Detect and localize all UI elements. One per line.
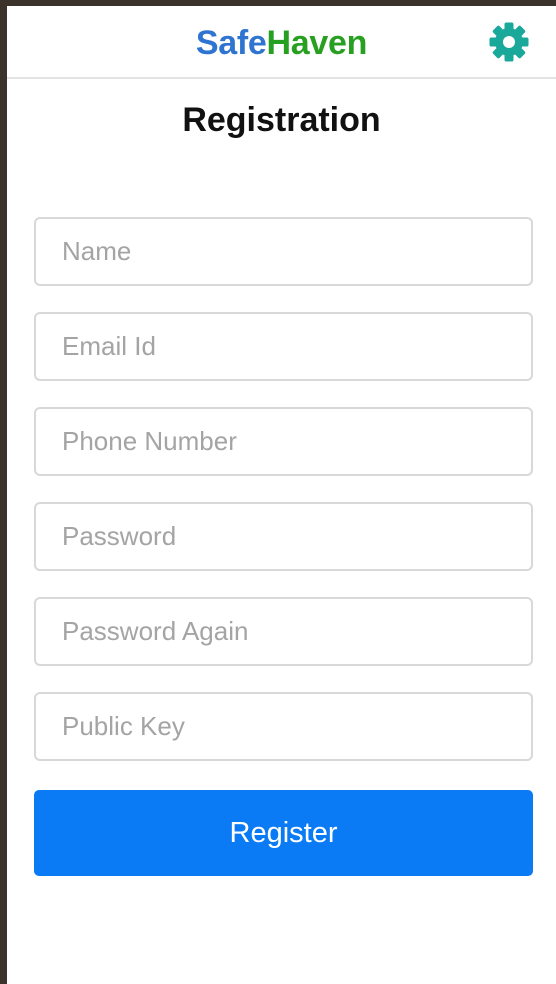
name-input[interactable] [34, 217, 533, 286]
page-title: Registration [182, 101, 381, 139]
password-input[interactable] [34, 502, 533, 571]
brand-part-haven: Haven [266, 24, 368, 62]
brand-logo: SafeHaven [7, 23, 556, 63]
register-button[interactable]: Register [34, 790, 533, 876]
settings-button[interactable] [489, 22, 529, 62]
app-frame: SafeHaven Registration Name Email Id Pho… [7, 6, 556, 984]
public-key-input[interactable] [34, 692, 533, 761]
registration-form [34, 217, 533, 787]
brand-part-safe: Safe [195, 24, 267, 62]
gear-icon [489, 22, 529, 62]
email-input[interactable] [34, 312, 533, 381]
navbar: SafeHaven [7, 6, 556, 79]
phone-number-input[interactable] [34, 407, 533, 476]
password-again-input[interactable] [34, 597, 533, 666]
